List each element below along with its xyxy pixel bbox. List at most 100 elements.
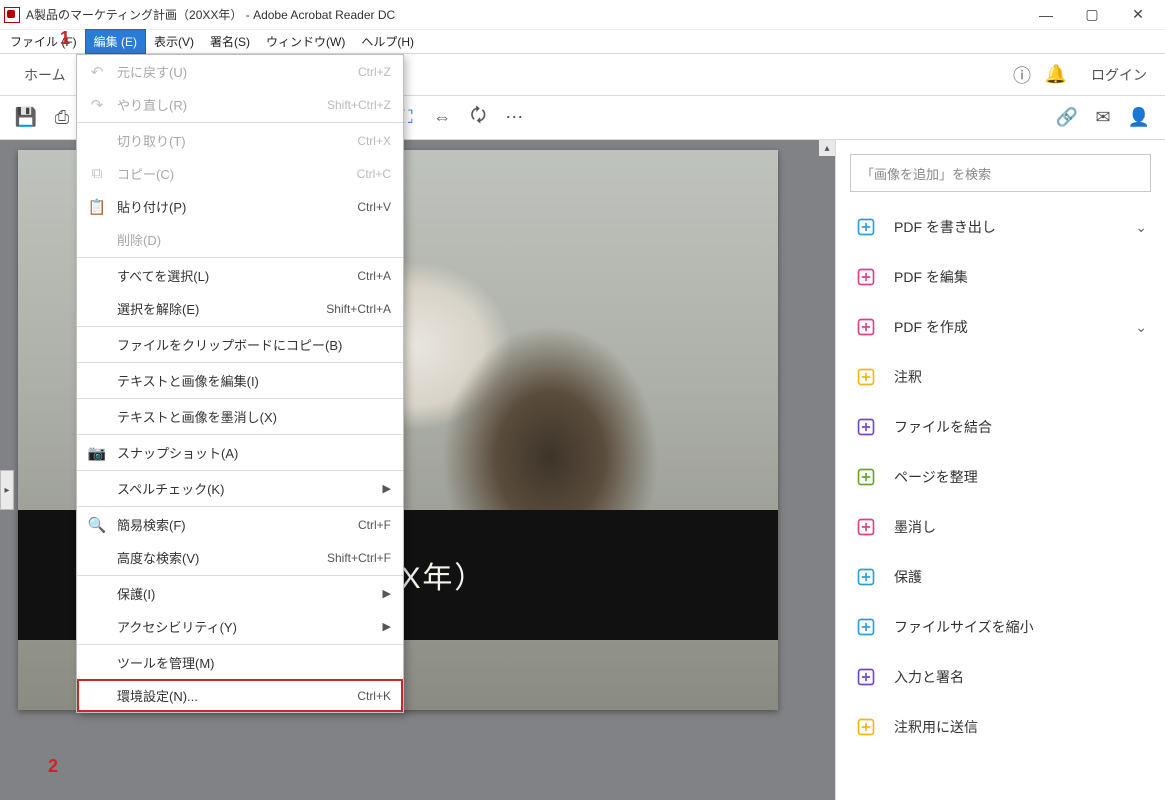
window-title: A製品のマーケティング計画（20XX年） - Adobe Acrobat Rea… bbox=[26, 6, 395, 23]
menu-item-label: 保護(I) bbox=[117, 584, 155, 603]
menu-item-shortcut: Shift+Ctrl+A bbox=[326, 302, 391, 316]
menu-item-icon: 📋 bbox=[87, 198, 107, 216]
menu-item[interactable]: 📷スナップショット(A) bbox=[77, 436, 403, 469]
menu-help[interactable]: ヘルプ(H) bbox=[353, 30, 422, 53]
tool-label: 入力と署名 bbox=[894, 667, 964, 687]
menu-item[interactable]: 高度な検索(V) Shift+Ctrl+F bbox=[77, 541, 403, 574]
minimize-button[interactable]: — bbox=[1023, 0, 1069, 30]
menu-item: ↶元に戻す(U)Ctrl+Z bbox=[77, 55, 403, 88]
tool-combine[interactable]: ファイルを結合 bbox=[844, 402, 1157, 452]
edit-menu-dropdown: ↶元に戻す(U)Ctrl+Z↷やり直し(R)Shift+Ctrl+Z切り取り(T… bbox=[76, 54, 404, 713]
menu-item[interactable]: ファイルをクリップボードにコピー(B) bbox=[77, 328, 403, 361]
menu-item[interactable]: 環境設定(N)... Ctrl+K bbox=[77, 679, 403, 712]
menu-item: 削除(D) bbox=[77, 223, 403, 256]
link-icon[interactable]: 🔗 bbox=[1049, 100, 1085, 136]
menu-item-icon: 🔍 bbox=[87, 516, 107, 534]
tool-protect[interactable]: 保護 bbox=[844, 552, 1157, 602]
home-tab[interactable]: ホーム bbox=[8, 55, 82, 95]
menu-item-label: 元に戻す(U) bbox=[117, 62, 187, 81]
menu-item-icon: 📷 bbox=[87, 444, 107, 462]
organize-icon bbox=[854, 465, 878, 489]
tool-label: ページを整理 bbox=[894, 467, 978, 487]
menu-file[interactable]: ファイル (F) bbox=[2, 30, 85, 53]
sign-icon bbox=[854, 665, 878, 689]
menu-item-shortcut: Shift+Ctrl+F bbox=[327, 551, 391, 565]
tool-edit[interactable]: PDF を編集 bbox=[844, 252, 1157, 302]
protect-icon bbox=[854, 565, 878, 589]
tool-label: PDF を作成 bbox=[894, 317, 968, 337]
tool-sign[interactable]: 入力と署名 bbox=[844, 652, 1157, 702]
menu-item-label: 高度な検索(V) bbox=[117, 548, 199, 567]
tool-create[interactable]: PDF を作成 ⌄ bbox=[844, 302, 1157, 352]
tool-compress[interactable]: ファイルサイズを縮小 bbox=[844, 602, 1157, 652]
chevron-down-icon: ⌄ bbox=[1135, 219, 1147, 236]
sidebar-expand-icon[interactable]: ▸ bbox=[0, 470, 14, 510]
compress-icon bbox=[854, 615, 878, 639]
tool-redact[interactable]: 墨消し bbox=[844, 502, 1157, 552]
more-icon[interactable]: ⋯ bbox=[496, 100, 532, 136]
submenu-arrow-icon: ▶ bbox=[383, 620, 391, 633]
tool-export[interactable]: PDF を書き出し ⌄ bbox=[844, 202, 1157, 252]
search-input[interactable]: 「画像を追加」を検索 bbox=[850, 154, 1151, 192]
menu-item[interactable]: アクセシビリティ(Y)▶ bbox=[77, 610, 403, 643]
tool-comment[interactable]: 注釈 bbox=[844, 352, 1157, 402]
scroll-up-icon[interactable]: ▴ bbox=[819, 140, 835, 156]
fit-width-icon[interactable]: ⇔ bbox=[424, 100, 460, 136]
login-button[interactable]: ログイン bbox=[1073, 65, 1165, 85]
export-icon bbox=[854, 215, 878, 239]
help-icon[interactable]: ⓘ bbox=[1005, 62, 1039, 88]
menu-signature[interactable]: 署名(S) bbox=[202, 30, 258, 53]
save-icon[interactable]: 💾 bbox=[8, 100, 44, 136]
menu-item-label: ファイルをクリップボードにコピー(B) bbox=[117, 335, 342, 354]
maximize-button[interactable]: ▢ bbox=[1069, 0, 1115, 30]
rotate-icon[interactable]: 🗘 bbox=[460, 100, 496, 136]
menu-window[interactable]: ウィンドウ(W) bbox=[258, 30, 353, 53]
menu-edit[interactable]: 編集 (E) bbox=[85, 29, 146, 54]
close-button[interactable]: ✕ bbox=[1115, 0, 1161, 30]
menu-item[interactable]: テキストと画像を編集(I) bbox=[77, 364, 403, 397]
comment-icon bbox=[854, 365, 878, 389]
menu-item[interactable]: 📋貼り付け(P)Ctrl+V bbox=[77, 190, 403, 223]
menu-item[interactable]: ツールを管理(M) bbox=[77, 646, 403, 679]
send-icon bbox=[854, 715, 878, 739]
menu-item-shortcut: Ctrl+Z bbox=[358, 65, 391, 79]
tool-label: PDF を書き出し bbox=[894, 217, 996, 237]
titlebar: A製品のマーケティング計画（20XX年） - Adobe Acrobat Rea… bbox=[0, 0, 1165, 30]
menu-item[interactable]: テキストと画像を墨消し(X) bbox=[77, 400, 403, 433]
menu-item-label: すべてを選択(L) bbox=[117, 266, 209, 285]
print-icon[interactable]: ⎙ bbox=[44, 100, 80, 136]
bell-icon[interactable]: 🔔 bbox=[1039, 64, 1073, 85]
menu-item-label: 削除(D) bbox=[117, 230, 161, 249]
menu-item-label: 貼り付け(P) bbox=[117, 197, 186, 216]
create-icon bbox=[854, 315, 878, 339]
menu-item: ↷やり直し(R)Shift+Ctrl+Z bbox=[77, 88, 403, 121]
menu-item[interactable]: 選択を解除(E) Shift+Ctrl+A bbox=[77, 292, 403, 325]
tool-send[interactable]: 注釈用に送信 bbox=[844, 702, 1157, 752]
tool-organize[interactable]: ページを整理 bbox=[844, 452, 1157, 502]
menu-item-label: スペルチェック(K) bbox=[117, 479, 224, 498]
tool-label: ファイルを結合 bbox=[894, 417, 992, 437]
menu-item: 切り取り(T)Ctrl+X bbox=[77, 124, 403, 157]
menu-item[interactable]: スペルチェック(K)▶ bbox=[77, 472, 403, 505]
menu-item-label: テキストと画像を編集(I) bbox=[117, 371, 259, 390]
chevron-down-icon: ⌄ bbox=[1135, 319, 1147, 336]
add-person-icon[interactable]: 👤 bbox=[1121, 100, 1157, 136]
submenu-arrow-icon: ▶ bbox=[383, 587, 391, 600]
menu-item-label: やり直し(R) bbox=[117, 95, 187, 114]
combine-icon bbox=[854, 415, 878, 439]
menu-item[interactable]: 保護(I) ▶ bbox=[77, 577, 403, 610]
share-mail-icon[interactable]: ✉ bbox=[1085, 100, 1121, 136]
menu-item[interactable]: すべてを選択(L)Ctrl+A bbox=[77, 259, 403, 292]
menu-item-label: 環境設定(N)... bbox=[117, 686, 198, 705]
menu-item[interactable]: 🔍簡易検索(F)Ctrl+F bbox=[77, 508, 403, 541]
menu-item-label: 選択を解除(E) bbox=[117, 299, 199, 318]
menu-item-shortcut: Ctrl+K bbox=[357, 689, 391, 703]
menu-item-icon: ↷ bbox=[87, 96, 107, 114]
menu-item-shortcut: Ctrl+F bbox=[358, 518, 391, 532]
tool-label: ファイルサイズを縮小 bbox=[894, 617, 1034, 637]
menu-item-label: テキストと画像を墨消し(X) bbox=[117, 407, 277, 426]
menubar: ファイル (F)編集 (E)表示(V)署名(S)ウィンドウ(W)ヘルプ(H) bbox=[0, 30, 1165, 54]
menu-view[interactable]: 表示(V) bbox=[146, 30, 202, 53]
tool-list: PDF を書き出し ⌄ PDF を編集 PDF を作成 ⌄ 注釈ファイルを結合ページを整理… bbox=[836, 202, 1165, 752]
menu-item-label: 切り取り(T) bbox=[117, 131, 186, 150]
